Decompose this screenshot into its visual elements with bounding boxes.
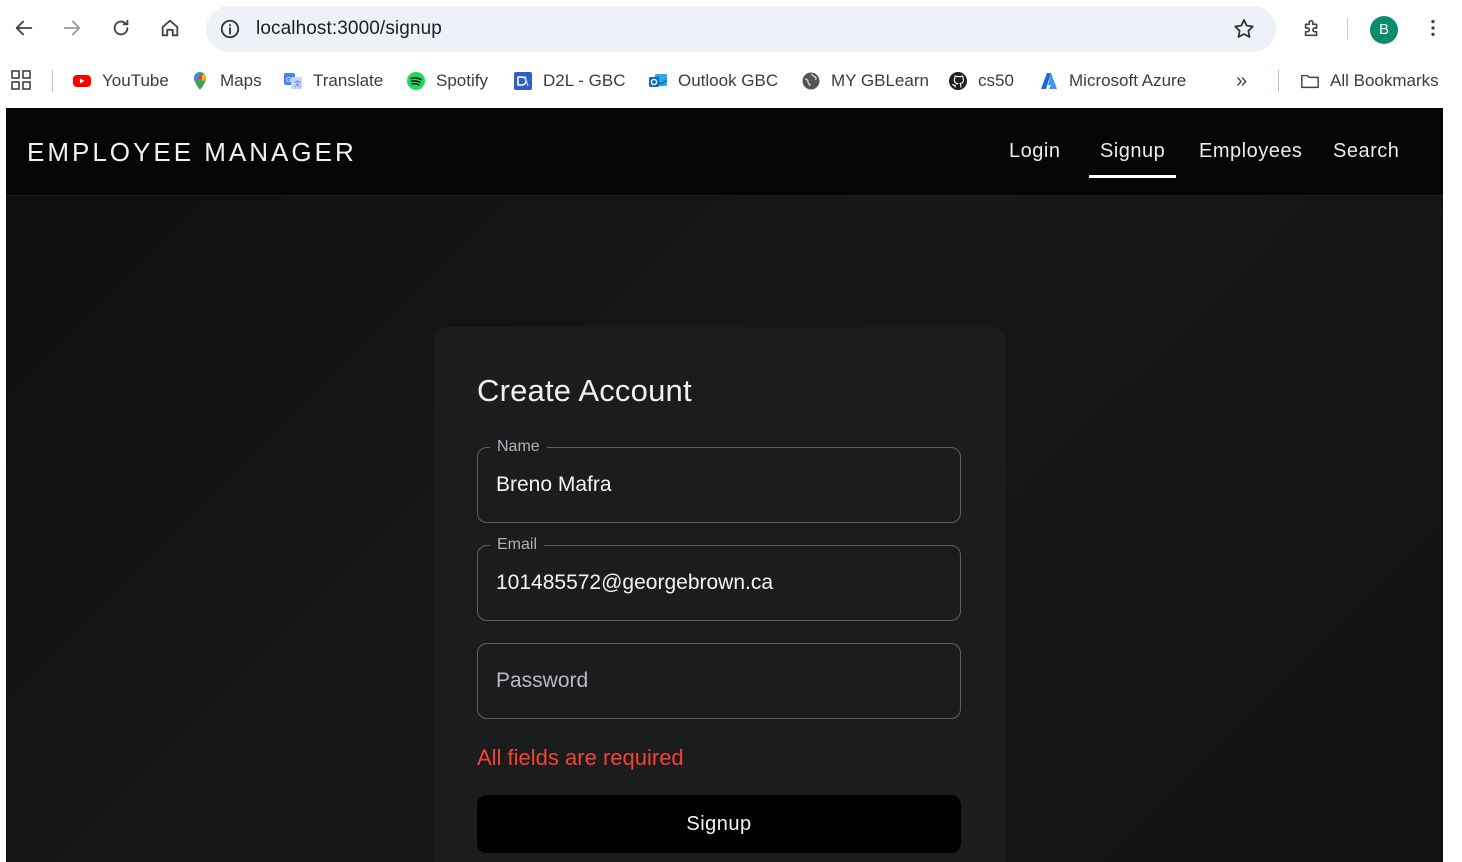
all-bookmarks-button[interactable]: All Bookmarks xyxy=(1300,68,1439,94)
bookmark-cs50[interactable]: cs50 xyxy=(948,68,1014,94)
bookmarks-bar: YouTube Maps G文 Translate Spotify D2L - … xyxy=(0,58,1462,104)
bookmark-label: Translate xyxy=(313,71,384,90)
profile-avatar[interactable]: B xyxy=(1370,16,1398,44)
bookmark-maps[interactable]: Maps xyxy=(190,68,262,94)
maps-pin-icon xyxy=(190,71,210,91)
reload-button[interactable] xyxy=(103,10,139,46)
home-icon xyxy=(161,19,179,37)
globe-icon xyxy=(801,71,821,91)
github-icon xyxy=(948,71,968,91)
url-text[interactable]: localhost:3000/signup xyxy=(256,6,442,52)
form-error-message: All fields are required xyxy=(477,745,684,770)
form-title: Create Account xyxy=(477,373,692,408)
bookmark-label: Maps xyxy=(220,71,262,90)
bookmark-spotify[interactable]: Spotify xyxy=(406,68,488,94)
app-brand[interactable]: EMPLOYEE MANAGER xyxy=(27,108,357,196)
browser-toolbar: localhost:3000/signup B xyxy=(0,0,1462,58)
signup-submit-button[interactable]: Signup xyxy=(477,795,961,853)
forward-button[interactable] xyxy=(54,10,90,46)
signup-card: Create Account Name Email All fields are… xyxy=(434,327,1005,862)
address-bar[interactable]: localhost:3000/signup xyxy=(206,6,1276,52)
folder-icon xyxy=(1300,71,1320,91)
puzzle-icon xyxy=(1304,19,1318,37)
all-bookmarks-label: All Bookmarks xyxy=(1330,71,1439,90)
nav-active-indicator xyxy=(1089,175,1176,178)
spotify-icon xyxy=(406,71,426,91)
outlook-icon xyxy=(648,71,668,91)
bookmark-label: Microsoft Azure xyxy=(1069,71,1187,90)
bookmark-translate[interactable]: G文 Translate xyxy=(283,68,383,94)
name-field[interactable]: Name xyxy=(477,437,961,523)
password-input[interactable] xyxy=(496,644,936,718)
svg-text:G: G xyxy=(286,77,291,84)
youtube-icon xyxy=(72,71,92,91)
bookmark-label: cs50 xyxy=(978,71,1014,90)
bookmarks-overflow-button[interactable]: » xyxy=(1236,68,1247,94)
bookmark-d2l-gbc[interactable]: D2L - GBC xyxy=(513,68,626,94)
bookmark-star-icon[interactable] xyxy=(1232,17,1256,41)
bookmarks-divider xyxy=(52,70,53,92)
toolbar-divider xyxy=(1347,18,1348,40)
apps-grid-icon[interactable] xyxy=(10,69,32,91)
d2l-icon xyxy=(513,71,533,91)
site-info-icon[interactable] xyxy=(218,17,242,41)
bookmark-label: D2L - GBC xyxy=(543,71,626,90)
nav-search[interactable]: Search xyxy=(1333,136,1399,168)
azure-icon xyxy=(1039,71,1059,91)
email-field[interactable]: Email xyxy=(477,535,961,621)
browser-menu-button[interactable] xyxy=(1415,10,1451,46)
name-input[interactable] xyxy=(496,448,936,522)
bookmark-label: YouTube xyxy=(102,71,169,90)
email-input[interactable] xyxy=(496,546,936,620)
password-field[interactable] xyxy=(477,643,961,719)
bookmark-youtube[interactable]: YouTube xyxy=(72,68,169,94)
svg-text:文: 文 xyxy=(294,79,301,88)
translate-icon: G文 xyxy=(283,71,303,91)
bookmark-microsoft-azure[interactable]: Microsoft Azure xyxy=(1039,68,1186,94)
home-button[interactable] xyxy=(152,10,188,46)
arrow-left-icon xyxy=(15,20,33,36)
app-header: EMPLOYEE MANAGER Login Signup Employees … xyxy=(6,108,1443,196)
nav-employees[interactable]: Employees xyxy=(1199,136,1302,168)
nav-signup[interactable]: Signup xyxy=(1100,136,1165,168)
reload-icon xyxy=(113,19,129,36)
bookmark-label: MY GBLearn xyxy=(831,71,929,90)
nav-login[interactable]: Login xyxy=(1009,136,1060,168)
kebab-menu-icon xyxy=(1431,19,1435,37)
bookmark-label: Outlook GBC xyxy=(678,71,779,90)
extensions-button[interactable] xyxy=(1294,10,1330,46)
back-button[interactable] xyxy=(6,10,42,46)
page-viewport: EMPLOYEE MANAGER Login Signup Employees … xyxy=(6,108,1443,862)
bookmark-label: Spotify xyxy=(436,71,488,90)
bookmark-my-gblearn[interactable]: MY GBLearn xyxy=(801,68,929,94)
arrow-right-icon xyxy=(63,20,81,36)
bookmark-outlook-gbc[interactable]: Outlook GBC xyxy=(648,68,778,94)
bookmarks-divider xyxy=(1278,70,1279,92)
